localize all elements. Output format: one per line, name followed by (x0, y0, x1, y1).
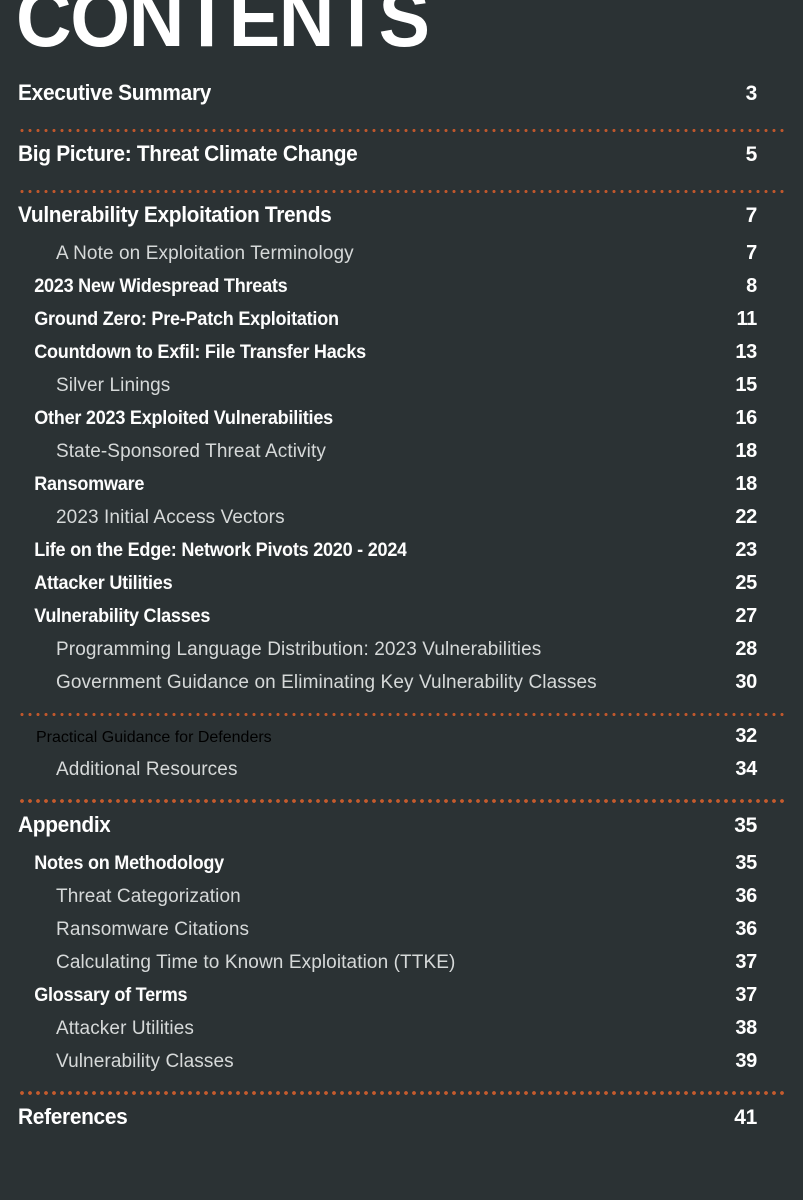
toc-entry-page-number: 37 (735, 984, 757, 1006)
toc-entry[interactable]: Vulnerability Classes 27 (0, 605, 803, 638)
toc-entry[interactable]: 2023 Initial Access Vectors 22 (0, 506, 803, 539)
toc-entry-label: Additional Resources (56, 759, 238, 780)
section-divider (0, 120, 803, 141)
toc-entry-label: Programming Language Distribution: 2023 … (56, 639, 542, 660)
toc-entry[interactable]: Executive Summary 3 (0, 80, 803, 120)
page-title: CONTENTS (16, 0, 430, 64)
toc-entry-label: Ransomware (34, 474, 145, 495)
toc-entry-page-number: 27 (735, 605, 757, 627)
toc-entry[interactable]: Programming Language Distribution: 2023 … (0, 638, 803, 671)
toc-entry-page-number: 16 (735, 407, 757, 429)
toc-entry-page-number: 30 (735, 671, 757, 693)
toc-entry[interactable]: Vulnerability Exploitation Trends 7 (0, 202, 803, 242)
toc-entry[interactable]: Vulnerability Classes 39 (0, 1050, 803, 1083)
toc-entry-label: Countdown to Exfil: File Transfer Hacks (34, 342, 366, 363)
toc-entry[interactable]: References 41 (0, 1104, 803, 1144)
toc-entry-label: Appendix (18, 812, 111, 837)
toc-entry-page-number: 41 (734, 1106, 757, 1129)
toc-entry-label: Government Guidance on Eliminating Key V… (56, 672, 597, 693)
toc-entry-page-number: 15 (735, 374, 757, 396)
toc-entry-list: Executive Summary 3 Big Picture: Threat Cl… (0, 80, 803, 1144)
section-divider (0, 1083, 803, 1104)
toc-entry-label: State-Sponsored Threat Activity (56, 441, 326, 462)
toc-entry-label: Silver Linings (56, 375, 171, 396)
toc-entry-label: Practical Guidance for Defenders (36, 729, 272, 746)
section-divider (0, 791, 803, 812)
toc-entry-page-number: 7 (745, 204, 758, 227)
toc-entry-page-number: 25 (735, 572, 757, 594)
toc-entry-page-number: 32 (735, 725, 757, 747)
toc-entry-label: Calculating Time to Known Exploitation (… (56, 952, 456, 973)
toc-entry[interactable]: Calculating Time to Known Exploitation (… (0, 951, 803, 984)
toc-entry-page-number: 36 (735, 885, 757, 907)
toc-entry-label: Life on the Edge: Network Pivots 2020 - … (34, 540, 407, 561)
toc-entry-label: 2023 Initial Access Vectors (56, 507, 285, 528)
toc-entry[interactable]: Threat Categorization 36 (0, 885, 803, 918)
section-divider (0, 181, 803, 202)
toc-entry[interactable]: Notes on Methodology 35 (0, 852, 803, 885)
toc-entry-label: Ransomware Citations (56, 919, 250, 940)
toc-entry-page-number: 37 (735, 951, 757, 973)
toc-entry-page-number: 8 (746, 275, 757, 297)
toc-entry-page-number: 13 (735, 341, 757, 363)
toc-entry-page-number: 28 (735, 638, 757, 660)
toc-entry[interactable]: Glossary of Terms 37 (0, 984, 803, 1017)
toc-entry[interactable]: Other 2023 Exploited Vulnerabilities 16 (0, 407, 803, 440)
toc-entry[interactable]: Government Guidance on Eliminating Key V… (0, 671, 803, 704)
toc-entry[interactable]: 2023 New Widespread Threats 8 (0, 275, 803, 308)
table-of-contents-page: CONTENTS Executive Summary 3 Big Picture: … (0, 0, 803, 1200)
toc-entry-label: Vulnerability Classes (34, 606, 211, 627)
toc-entry[interactable]: State-Sponsored Threat Activity 18 (0, 440, 803, 473)
toc-entry[interactable]: Countdown to Exfil: File Transfer Hacks 1… (0, 341, 803, 374)
toc-entry-page-number: 36 (735, 918, 757, 940)
toc-entry[interactable]: Attacker Utilities 25 (0, 572, 803, 605)
toc-entry-page-number: 18 (735, 440, 757, 462)
toc-entry-label: Vulnerability Exploitation Trends (18, 202, 332, 227)
toc-entry-page-number: 34 (735, 758, 757, 780)
toc-entry-page-number: 38 (735, 1017, 757, 1039)
toc-entry-page-number: 3 (745, 82, 758, 105)
toc-entry[interactable]: Big Picture: Threat Climate Change 5 (0, 141, 803, 181)
toc-entry-label: Threat Categorization (56, 886, 241, 907)
toc-entry[interactable]: Life on the Edge: Network Pivots 2020 - … (0, 539, 803, 572)
toc-entry-page-number: 23 (735, 539, 757, 561)
toc-entry-label: Attacker Utilities (34, 573, 173, 594)
toc-entry[interactable]: A Note on Exploitation Terminology 7 (0, 242, 803, 275)
toc-entry-label: Big Picture: Threat Climate Change (18, 141, 358, 166)
toc-entry-page-number: 7 (746, 242, 757, 264)
toc-entry-page-number: 39 (735, 1050, 757, 1072)
toc-entry-label: Vulnerability Classes (56, 1051, 234, 1072)
toc-entry[interactable]: Silver Linings 15 (0, 374, 803, 407)
toc-entry-page-number: 22 (735, 506, 757, 528)
toc-entry-label: 2023 New Widespread Threats (34, 276, 288, 297)
toc-entry[interactable]: Ground Zero: Pre-Patch Exploitation 11 (0, 308, 803, 341)
toc-entry-page-number: 35 (734, 814, 757, 837)
toc-entry-label: Executive Summary (18, 80, 212, 105)
section-divider (0, 704, 803, 725)
toc-entry-page-number: 5 (745, 143, 758, 166)
toc-entry-page-number: 35 (735, 852, 757, 874)
toc-entry[interactable]: Additional Resources 34 (0, 758, 803, 791)
toc-entry-label: Other 2023 Exploited Vulnerabilities (34, 408, 333, 429)
toc-entry-label: Attacker Utilities (56, 1018, 195, 1039)
toc-entry-label: A Note on Exploitation Terminology (56, 243, 354, 264)
toc-entry-page-number: 18 (735, 473, 757, 495)
toc-entry[interactable]: Ransomware 18 (0, 473, 803, 506)
toc-entry[interactable]: Appendix 35 (0, 812, 803, 852)
toc-entry[interactable]: Attacker Utilities 38 (0, 1017, 803, 1050)
toc-entry-label: Notes on Methodology (34, 853, 224, 874)
toc-entry[interactable]: Ransomware Citations 36 (0, 918, 803, 951)
toc-entry-label: Glossary of Terms (34, 985, 188, 1006)
toc-entry-page-number: 11 (736, 308, 757, 330)
toc-entry[interactable]: Practical Guidance for Defenders 32 (0, 725, 803, 758)
toc-entry-label: References (18, 1104, 128, 1129)
toc-entry-label: Ground Zero: Pre-Patch Exploitation (34, 309, 339, 330)
